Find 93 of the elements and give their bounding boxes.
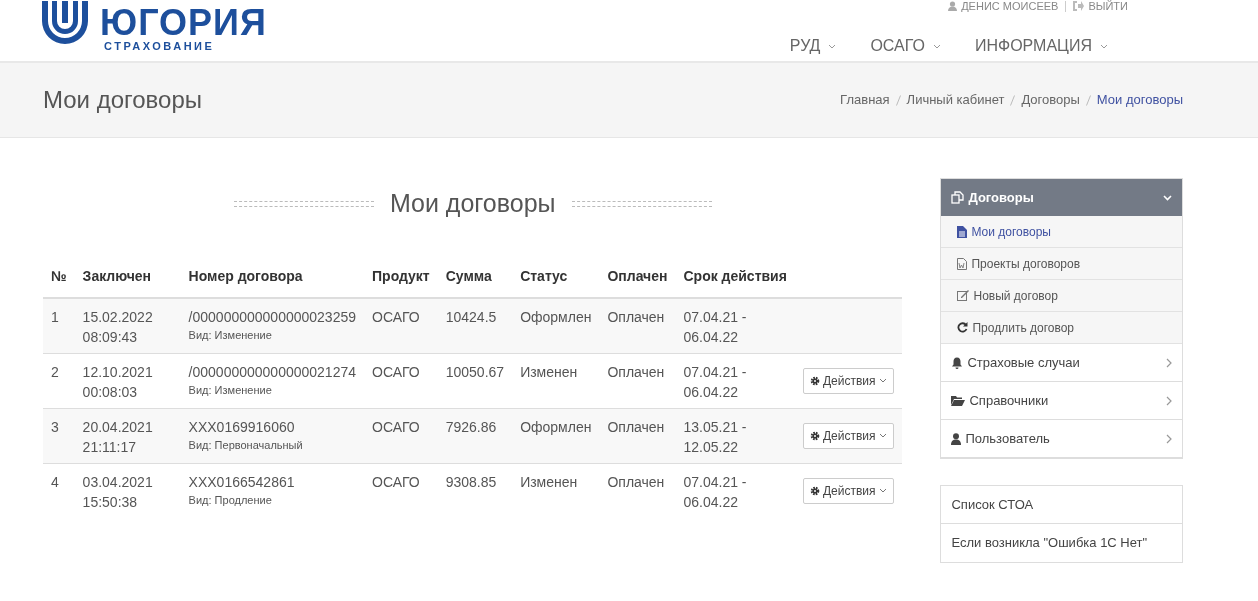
- table-cell-text: Оплачен: [607, 307, 666, 327]
- section-title: Мои договоры: [389, 188, 556, 219]
- table-cell-text: ОСАГО: [372, 472, 421, 492]
- table-cell-text: ОСАГО: [372, 417, 421, 437]
- refresh-icon: [957, 322, 969, 333]
- table-cell-text: 7926.86: [445, 417, 498, 437]
- table-cell-text: 03.04.2021 15:50:38: [82, 472, 154, 512]
- contract-number[interactable]: /000000000000000021274: [188, 361, 356, 382]
- sidebar-subitem[interactable]: Новый договор: [941, 280, 1182, 312]
- breadcrumb-separator-icon: [895, 94, 901, 106]
- nav-menu[interactable]: РУД: [789, 34, 871, 58]
- chevron-right-icon: [1166, 433, 1172, 444]
- breadcrumb-separator-icon: [1010, 94, 1016, 106]
- table-cell-text: 07.04.21 - 06.04.22: [683, 362, 748, 402]
- table-cell-text: 10424.5: [445, 307, 498, 327]
- caret-icon: [879, 488, 888, 493]
- column-header: Сумма: [445, 267, 492, 284]
- contract-number[interactable]: XXX0166542861: [188, 471, 356, 492]
- contract-kind: Вид: Первоначальный: [188, 437, 304, 453]
- user-name[interactable]: ДЕНИС МОИСЕЕВ: [961, 0, 1059, 12]
- column-header: Оплачен: [607, 267, 668, 284]
- gear-icon: [809, 485, 820, 496]
- actions-button[interactable]: Действия: [802, 367, 895, 394]
- table-cell-text: Оплачен: [607, 362, 666, 382]
- sidebar-subitem[interactable]: Проекты договоров: [941, 248, 1182, 280]
- user-icon: [948, 1, 958, 11]
- chevron-right-icon: [1166, 357, 1172, 368]
- word-file-icon: [957, 257, 968, 270]
- column-header: №: [51, 267, 67, 284]
- table-cell-text: Оплачен: [607, 417, 666, 437]
- breadcrumb-link[interactable]: Главная: [840, 90, 890, 110]
- table-cell-text: 10050.67: [445, 362, 505, 382]
- table-cell-text: ОСАГО: [372, 362, 421, 382]
- column-header: Статус: [520, 267, 568, 284]
- caret-icon: [1100, 43, 1108, 49]
- page-title: Мои договоры: [43, 85, 203, 115]
- contract-kind: Вид: Изменение: [188, 327, 273, 343]
- sidebar-link[interactable]: Список СТОА: [941, 486, 1182, 524]
- nav-menu[interactable]: ИНФОРМАЦИЯ: [974, 34, 1142, 58]
- contract-number[interactable]: /000000000000000023259: [188, 306, 356, 327]
- gear-icon: [809, 375, 820, 386]
- column-header: Продукт: [372, 267, 430, 284]
- caret-icon: [932, 43, 941, 49]
- table-cell-text: Оформлен: [520, 417, 592, 437]
- table-cell-text: 07.04.21 - 06.04.22: [683, 472, 748, 512]
- caret-icon: [879, 378, 888, 383]
- actions-button[interactable]: Действия: [802, 422, 895, 449]
- contract-kind: Вид: Продление: [188, 492, 273, 508]
- breadcrumb-link[interactable]: Мои договоры: [1096, 90, 1183, 110]
- table-cell-text: Оформлен: [520, 307, 592, 327]
- table-cell-text: 07.04.21 - 06.04.22: [683, 307, 748, 347]
- table-cell-text: 4: [51, 472, 60, 492]
- table-cell-text: 13.05.21 - 12.05.22: [683, 417, 748, 457]
- breadcrumb-separator-icon: [1085, 94, 1091, 106]
- table-cell-text: 9308.85: [445, 472, 498, 492]
- column-header: Заключен: [82, 267, 152, 284]
- table-cell-text: 2: [51, 362, 60, 382]
- sidebar-link[interactable]: Если возникла "Ошибка 1С Нет": [941, 524, 1182, 562]
- logout-icon: [1073, 1, 1085, 11]
- logo-name: ЮГОРИЯ: [100, 6, 267, 40]
- actions-button[interactable]: Действия: [802, 477, 895, 504]
- column-header: Срок действия: [683, 267, 787, 284]
- chevron-right-icon: [1166, 395, 1172, 406]
- table-cell-text: 1: [51, 307, 60, 327]
- breadcrumb-link[interactable]: Личный кабинет: [906, 90, 1005, 110]
- edit-icon: [957, 290, 970, 301]
- caret-icon: [879, 433, 888, 438]
- logout-link[interactable]: ВЫЙТИ: [1088, 0, 1128, 12]
- table-cell-text: 20.04.2021 21:11:17: [82, 417, 154, 457]
- folder-icon: [951, 395, 966, 406]
- breadcrumb-link[interactable]: Договоры: [1021, 90, 1080, 110]
- document-icon: [957, 225, 968, 238]
- user-icon: [951, 432, 962, 445]
- gear-icon: [809, 430, 820, 441]
- caret-icon: [828, 43, 837, 49]
- bell-icon: [951, 356, 964, 369]
- table-cell-text: 12.10.2021 00:08:03: [82, 362, 154, 402]
- sidebar-subitem[interactable]: Мои договоры: [941, 216, 1182, 248]
- chevron-down-icon: [1163, 194, 1172, 201]
- sidebar-group-header[interactable]: Договоры: [941, 179, 1182, 216]
- copy-icon: [951, 191, 965, 204]
- logo-tagline: СТРАХОВАНИЕ: [104, 40, 216, 52]
- contract-kind: Вид: Изменение: [188, 382, 273, 398]
- sidebar-subitem[interactable]: Продлить договор: [941, 312, 1182, 344]
- column-header: Номер договора: [188, 267, 303, 284]
- table-cell-text: Изменен: [520, 472, 579, 492]
- table-cell-text: ОСАГО: [372, 307, 421, 327]
- nav-menu[interactable]: ОСАГО: [870, 34, 975, 58]
- table-cell-text: 3: [51, 417, 60, 437]
- contract-number[interactable]: XXX0169916060: [188, 416, 356, 437]
- table-cell-text: Оплачен: [607, 472, 666, 492]
- table-cell-text: 15.02.2022 08:09:43: [82, 307, 154, 347]
- table-cell-text: Изменен: [520, 362, 579, 382]
